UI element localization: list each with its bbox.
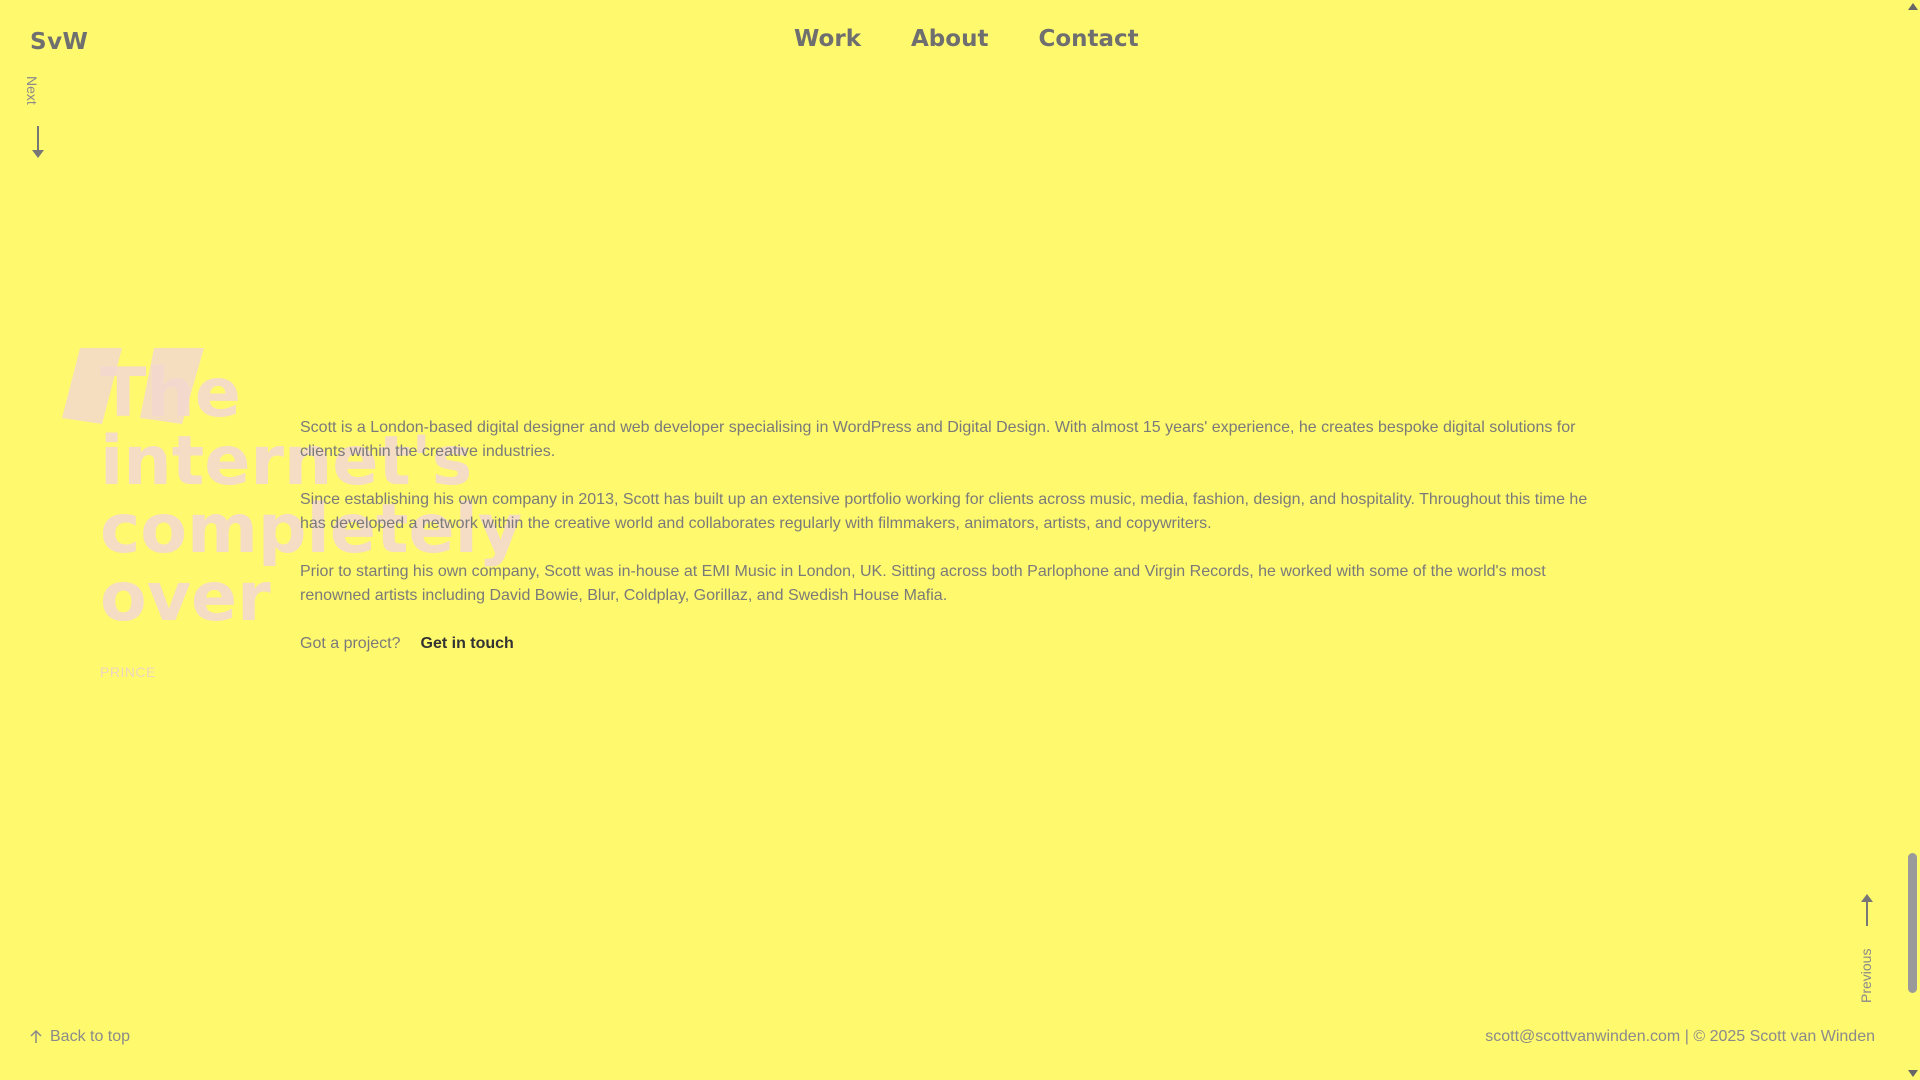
scroll-thumb[interactable] — [1908, 853, 1917, 993]
next-label[interactable]: Next — [24, 76, 40, 105]
bio-paragraph-2: Since establishing his own company in 20… — [300, 491, 1588, 532]
previous-label[interactable]: Previous — [1858, 949, 1874, 1003]
footer-info: scott@scottvanwinden.com | © 2025 Scott … — [1485, 1028, 1875, 1046]
scroll-down-icon[interactable] — [1908, 1070, 1918, 1077]
scroll-up-icon[interactable] — [1908, 3, 1918, 10]
copyright: © 2025 Scott van Winden — [1693, 1028, 1875, 1045]
site-logo[interactable]: SvW — [30, 29, 88, 55]
cta-row: Got a project? Get in touch — [300, 632, 1610, 660]
get-in-touch-button[interactable]: Get in touch — [412, 632, 523, 660]
arrow-down-icon[interactable] — [32, 126, 44, 158]
scrollbar[interactable] — [1905, 0, 1920, 1080]
nav-contact[interactable]: Contact — [1038, 26, 1138, 52]
quote-author: PRINCE — [100, 664, 156, 680]
email-link[interactable]: scott@scottvanwinden.com — [1485, 1028, 1680, 1045]
back-to-top-label: Back to top — [50, 1028, 131, 1045]
bio-section: Scott is a London-based digital designer… — [300, 416, 1610, 680]
page: SvW Work About Contact Next The internet… — [0, 0, 1920, 1080]
nav-work[interactable]: Work — [794, 26, 861, 52]
bio-paragraph-1: Scott is a London-based digital designer… — [300, 419, 1576, 460]
arrow-up-icon[interactable] — [1861, 894, 1873, 926]
arrow-up-small-icon — [30, 1030, 42, 1043]
cta-prompt: Got a project? — [300, 635, 401, 652]
nav-about[interactable]: About — [911, 26, 988, 52]
back-to-top-link[interactable]: Back to top — [30, 1028, 130, 1046]
main-nav: Work About Contact — [794, 26, 1139, 52]
footer-separator: | — [1684, 1028, 1689, 1045]
bio-paragraph-3: Prior to starting his own company, Scott… — [300, 563, 1546, 604]
